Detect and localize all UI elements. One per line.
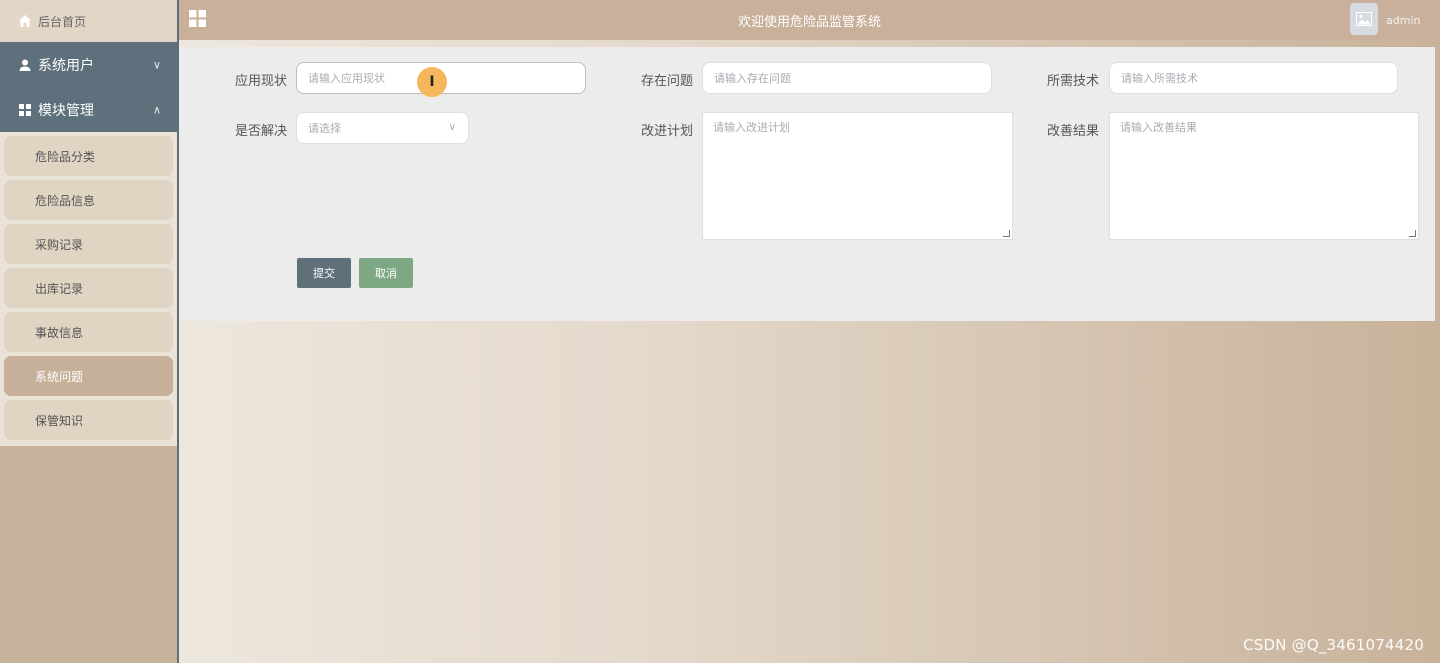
sidebar-item-hazard-category[interactable]: 危险品分类 xyxy=(4,136,173,176)
sidebar-group-modules[interactable]: 模块管理 ∧ xyxy=(0,87,177,132)
text-cursor-indicator: I xyxy=(417,67,447,97)
sidebar-item-outbound-records[interactable]: 出库记录 xyxy=(4,268,173,308)
cancel-button[interactable]: 取消 xyxy=(359,258,413,288)
required-tech-placeholder: 请输入所需技术 xyxy=(1121,72,1198,85)
sidebar-group-label: 模块管理 xyxy=(38,102,94,119)
user-icon xyxy=(18,58,32,72)
chevron-up-icon: ∧ xyxy=(152,103,161,116)
resize-handle-icon[interactable] xyxy=(1409,230,1416,237)
sidebar: 后台首页 系统用户 ∨ 模块管理 ∧ 危险品分类 危险品信息 采购记录 出库记录… xyxy=(0,0,179,663)
chevron-down-icon: ∨ xyxy=(152,58,161,71)
current-status-label: 应用现状 xyxy=(234,74,287,89)
grid-icon xyxy=(18,103,32,117)
required-tech-label: 所需技术 xyxy=(1046,74,1099,89)
submit-button[interactable]: 提交 xyxy=(297,258,351,288)
existing-problem-placeholder: 请输入存在问题 xyxy=(714,72,791,85)
resolved-label: 是否解决 xyxy=(234,124,287,139)
sidebar-home-label: 后台首页 xyxy=(38,14,87,29)
improvement-plan-placeholder: 请输入改进计划 xyxy=(713,121,790,134)
resolved-placeholder: 请选择 xyxy=(308,122,341,135)
sidebar-item-home[interactable]: 后台首页 xyxy=(0,0,177,42)
required-tech-input[interactable]: 请输入所需技术 xyxy=(1109,62,1398,94)
sidebar-item-purchase-records[interactable]: 采购记录 xyxy=(4,224,173,264)
resolved-select[interactable]: 请选择 ∨ xyxy=(296,112,469,144)
existing-problem-input[interactable]: 请输入存在问题 xyxy=(702,62,992,94)
improvement-result-textarea[interactable]: 请输入改善结果 xyxy=(1109,112,1419,240)
sidebar-item-system-issues[interactable]: 系统问题 xyxy=(4,356,173,396)
page-title: 欢迎使用危险品监管系统 xyxy=(737,15,881,30)
resize-handle-icon[interactable] xyxy=(1003,230,1010,237)
existing-problem-label: 存在问题 xyxy=(640,74,693,89)
improvement-result-label: 改善结果 xyxy=(1046,124,1099,139)
image-icon xyxy=(1356,12,1372,26)
avatar[interactable] xyxy=(1350,3,1378,35)
chevron-down-icon: ∨ xyxy=(448,122,456,133)
sidebar-item-storage-knowledge[interactable]: 保管知识 xyxy=(4,400,173,440)
sidebar-group-users[interactable]: 系统用户 ∨ xyxy=(0,42,177,87)
home-icon xyxy=(18,14,32,28)
top-bar: 欢迎使用危险品监管系统 admin xyxy=(179,0,1440,40)
sidebar-submenu: 危险品分类 危险品信息 采购记录 出库记录 事故信息 系统问题 保管知识 xyxy=(0,132,177,446)
improvement-result-placeholder: 请输入改善结果 xyxy=(1120,121,1197,134)
watermark: CSDN @Q_3461074420 xyxy=(1243,636,1424,654)
sidebar-item-accident-info[interactable]: 事故信息 xyxy=(4,312,173,352)
improvement-plan-textarea[interactable]: 请输入改进计划 xyxy=(702,112,1013,240)
username[interactable]: admin xyxy=(1386,14,1420,27)
sidebar-item-hazard-info[interactable]: 危险品信息 xyxy=(4,180,173,220)
sidebar-group-label: 系统用户 xyxy=(38,57,94,74)
current-status-placeholder: 请输入应用现状 xyxy=(308,72,385,85)
improvement-plan-label: 改进计划 xyxy=(640,124,693,139)
